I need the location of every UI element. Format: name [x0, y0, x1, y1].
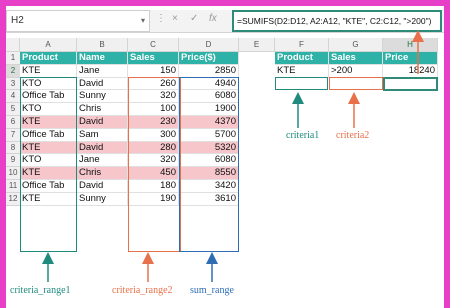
sum-range-label: sum_range	[190, 285, 234, 296]
criteria-range2-label: criteria_range2	[112, 285, 173, 296]
criteria2-label: criteria2	[336, 130, 370, 141]
criteria1-label: criteria1	[286, 130, 320, 141]
criteria-range1-label: criteria_range1	[10, 285, 71, 296]
annotation-arrows	[42, 30, 424, 282]
